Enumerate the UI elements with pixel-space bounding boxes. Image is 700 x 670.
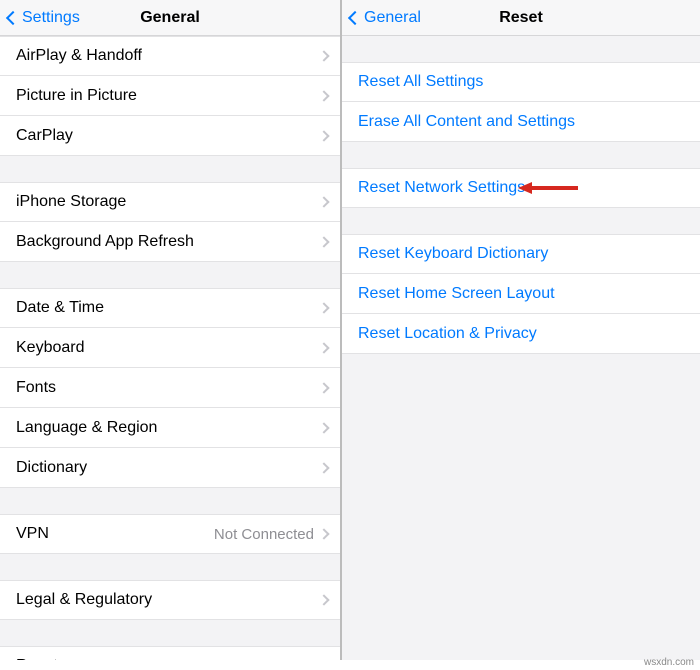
row-reset-all-settings[interactable]: Reset All Settings: [342, 62, 700, 102]
chevron-right-icon: [318, 422, 329, 433]
row-picture-in-picture[interactable]: Picture in Picture: [0, 76, 340, 116]
chevron-right-icon: [318, 594, 329, 605]
row-label: Date & Time: [16, 299, 104, 317]
row-keyboard[interactable]: Keyboard: [0, 328, 340, 368]
row-label: Reset Location & Privacy: [358, 325, 537, 343]
reset-settings-panel: General Reset Reset All Settings Erase A…: [342, 0, 700, 660]
back-to-general-button[interactable]: General: [342, 9, 421, 27]
row-reset-location-privacy[interactable]: Reset Location & Privacy: [342, 314, 700, 354]
row-background-app-refresh[interactable]: Background App Refresh: [0, 222, 340, 262]
row-label: Reset Home Screen Layout: [358, 285, 555, 303]
row-label: Reset All Settings: [358, 73, 483, 91]
chevron-right-icon: [318, 50, 329, 61]
chevron-right-icon: [318, 528, 329, 539]
watermark: wsxdn.com: [644, 657, 694, 668]
row-label: Legal & Regulatory: [16, 591, 152, 609]
chevron-right-icon: [318, 342, 329, 353]
back-label: General: [364, 9, 421, 27]
row-erase-all-content[interactable]: Erase All Content and Settings: [342, 102, 700, 142]
row-reset-network-settings[interactable]: Reset Network Settings: [342, 168, 700, 208]
back-to-settings-button[interactable]: Settings: [0, 9, 80, 27]
vpn-status: Not Connected: [214, 526, 314, 543]
general-settings-panel: Settings General AirPlay & Handoff Pictu…: [0, 0, 342, 660]
row-vpn[interactable]: VPN Not Connected: [0, 514, 340, 554]
chevron-right-icon: [318, 462, 329, 473]
chevron-right-icon: [318, 236, 329, 247]
row-language-region[interactable]: Language & Region: [0, 408, 340, 448]
chevron-right-icon: [318, 90, 329, 101]
chevron-right-icon: [318, 382, 329, 393]
navbar-right: General Reset: [342, 0, 700, 36]
row-reset-keyboard-dictionary[interactable]: Reset Keyboard Dictionary: [342, 234, 700, 274]
row-reset[interactable]: Reset: [0, 646, 340, 660]
row-reset-home-screen-layout[interactable]: Reset Home Screen Layout: [342, 274, 700, 314]
row-fonts[interactable]: Fonts: [0, 368, 340, 408]
row-carplay[interactable]: CarPlay: [0, 116, 340, 156]
row-label: Language & Region: [16, 419, 157, 437]
chevron-right-icon: [318, 302, 329, 313]
row-label: Picture in Picture: [16, 87, 137, 105]
chevron-right-icon: [318, 130, 329, 141]
row-label: Keyboard: [16, 339, 85, 357]
navbar-left: Settings General: [0, 0, 340, 36]
row-label: Dictionary: [16, 459, 87, 477]
annotation-arrow-icon: [66, 658, 122, 660]
chevron-right-icon: [318, 196, 329, 207]
back-label: Settings: [22, 9, 80, 27]
row-label: Erase All Content and Settings: [358, 113, 575, 131]
row-label: Fonts: [16, 379, 56, 397]
row-label: iPhone Storage: [16, 193, 126, 211]
row-airplay-handoff[interactable]: AirPlay & Handoff: [0, 36, 340, 76]
row-label: Reset Keyboard Dictionary: [358, 245, 548, 263]
row-legal-regulatory[interactable]: Legal & Regulatory: [0, 580, 340, 620]
row-label: CarPlay: [16, 127, 73, 145]
row-label: Reset Network Settings: [358, 179, 525, 197]
row-label: Background App Refresh: [16, 233, 194, 251]
row-label: AirPlay & Handoff: [16, 47, 142, 65]
chevron-left-icon: [348, 10, 362, 24]
row-date-time[interactable]: Date & Time: [0, 288, 340, 328]
row-label: VPN: [16, 525, 49, 543]
row-iphone-storage[interactable]: iPhone Storage: [0, 182, 340, 222]
row-label: Reset: [16, 657, 58, 660]
row-dictionary[interactable]: Dictionary: [0, 448, 340, 488]
chevron-left-icon: [6, 10, 20, 24]
annotation-arrow-icon: [518, 180, 578, 196]
